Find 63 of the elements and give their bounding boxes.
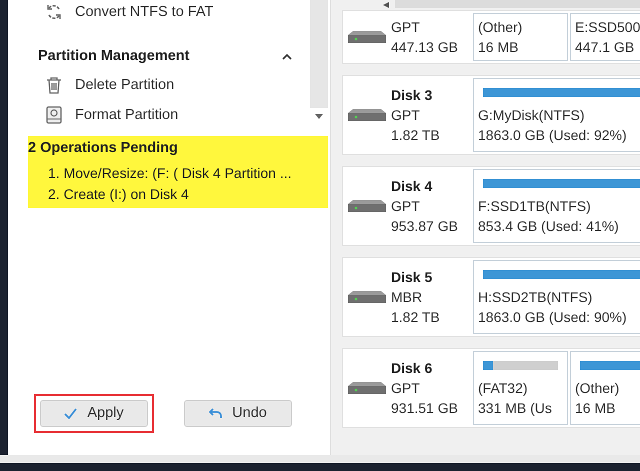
partition-size: 1863.0 GB (Used: 92%) <box>478 126 628 145</box>
partition-size: 331 MB (Us <box>478 399 553 418</box>
disk-card[interactable]: Disk 3 GPT 1.82 TB G:MyDisk(NTFS) 1863.0 GB (Used: 92%) <box>342 75 640 155</box>
disk-card[interactable]: Disk 5 MBR 1.82 TB H:SSD2TB(NTFS) 1863.0 GB (Used: 90%) <box>342 257 640 337</box>
disk-type: GPT <box>391 197 421 216</box>
disk-type: GPT <box>391 379 421 398</box>
pending-operation[interactable]: 2. Create (I:) on Disk 4 <box>28 184 328 205</box>
disk-card[interactable]: Disk 4 GPT 953.87 GB F:SSD1TB(NTFS) 853.4 GB (Used: 41%) <box>342 166 640 246</box>
partition-label: E:SSD500 <box>575 18 640 37</box>
disk-type: GPT <box>391 106 421 125</box>
disk-type: MBR <box>391 288 424 307</box>
partition-block[interactable]: G:MyDisk(NTFS) 1863.0 GB (Used: 92%) <box>473 78 640 152</box>
undo-button[interactable]: Undo <box>184 400 292 426</box>
partition-label: (FAT32) <box>478 379 529 398</box>
partition-block[interactable]: H:SSD2TB(NTFS) 1863.0 GB (Used: 90%) <box>473 260 640 334</box>
sidebar-item[interactable]: Delete Partition <box>8 70 308 100</box>
disk-size: 1.82 TB <box>391 308 441 327</box>
sidebar-item[interactable]: Convert NTFS to FAT <box>8 0 308 27</box>
pending-title: 2 Operations Pending <box>28 139 179 158</box>
scroll-left-icon[interactable] <box>383 2 389 8</box>
disk-card[interactable]: Disk 6 GPT 931.51 GB (FAT32) 331 MB (Us (Other) 16 MB <box>342 348 640 428</box>
partition-block[interactable]: E:SSD500 447.1 GB <box>570 13 640 61</box>
partition-label: F:SSD1TB(NTFS) <box>478 197 592 216</box>
partition-block[interactable]: (Other) 16 MB <box>473 13 568 61</box>
disk-size: 1.82 TB <box>391 126 441 145</box>
sidebar-item[interactable]: Format Partition <box>8 100 308 130</box>
partition-block[interactable]: (Other) 16 MB <box>570 351 640 425</box>
disk-size: 931.51 GB <box>391 399 459 418</box>
disk-size: 447.13 GB <box>391 38 459 57</box>
disk-card[interactable]: GPT 447.13 GB (Other) 16 MB E:SSD500 447.1 GB <box>342 10 640 64</box>
partition-block[interactable]: F:SSD1TB(NTFS) 853.4 GB (Used: 41%) <box>473 169 640 243</box>
disk-name: Disk 5 <box>391 268 434 287</box>
partition-size: 447.1 GB <box>575 38 636 57</box>
check-icon <box>64 408 78 418</box>
disk-name: Disk 6 <box>391 359 434 378</box>
drive-icon <box>45 106 63 124</box>
partition-size: 16 MB <box>575 399 616 418</box>
undo-icon <box>209 408 222 418</box>
partition-size: 16 MB <box>478 38 520 57</box>
trash-icon <box>45 76 63 94</box>
hard-drive-icon <box>348 291 386 303</box>
disk-type: GPT <box>391 18 421 37</box>
section-title: Partition Management <box>38 48 190 64</box>
apply-button[interactable]: Apply <box>40 400 148 426</box>
disk-name: Disk 3 <box>391 86 434 105</box>
hard-drive-icon <box>348 200 386 212</box>
partition-label: G:MyDisk(NTFS) <box>478 106 586 125</box>
partition-label: H:SSD2TB(NTFS) <box>478 288 594 307</box>
partition-block[interactable]: (FAT32) 331 MB (Us <box>473 351 568 425</box>
disk-size: 953.87 GB <box>391 217 459 236</box>
partition-label: (Other) <box>478 18 524 37</box>
partition-size: 853.4 GB (Used: 41%) <box>478 217 620 236</box>
hard-drive-icon <box>348 382 386 394</box>
disk-name: Disk 4 <box>391 177 434 196</box>
refresh-icon <box>45 3 63 21</box>
pending-operation[interactable]: 1. Move/Resize: (F: ( Disk 4 Partition ... <box>28 163 328 184</box>
partition-label: (Other) <box>575 379 620 398</box>
partition-size: 1863.0 GB (Used: 90%) <box>478 308 628 327</box>
hard-drive-icon <box>348 109 386 121</box>
scrollbar-track[interactable] <box>310 0 328 108</box>
scroll-down-icon[interactable] <box>315 114 323 119</box>
hard-drive-icon <box>348 31 386 43</box>
collapse-icon[interactable] <box>282 52 292 60</box>
